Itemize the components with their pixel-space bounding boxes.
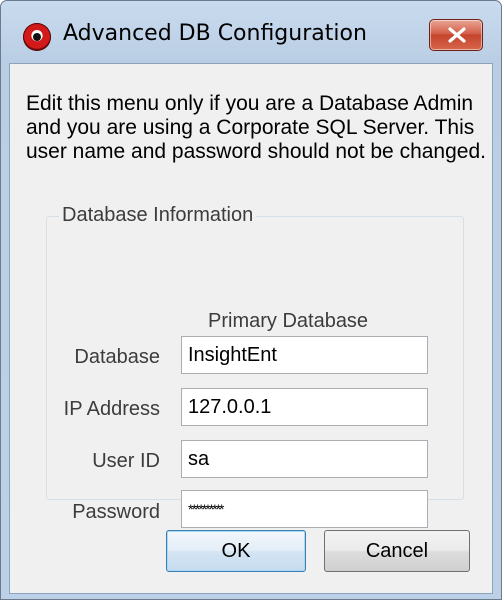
close-icon bbox=[448, 27, 466, 43]
database-input[interactable] bbox=[181, 336, 428, 374]
user-id-input[interactable] bbox=[181, 440, 428, 478]
instructions-text: Edit this menu only if you are a Databas… bbox=[26, 92, 486, 163]
ip-address-label: IP Address bbox=[63, 398, 160, 420]
dialog-window: Advanced DB Configuration Edit this menu… bbox=[0, 0, 502, 600]
password-input[interactable] bbox=[181, 490, 428, 528]
eye-icon bbox=[23, 23, 51, 51]
window-title: Advanced DB Configuration bbox=[63, 21, 367, 46]
ip-address-input[interactable] bbox=[181, 388, 428, 426]
dialog-content: Edit this menu only if you are a Databas… bbox=[9, 63, 493, 594]
database-label: Database bbox=[74, 346, 160, 368]
ok-button[interactable]: OK bbox=[166, 530, 306, 572]
cancel-button[interactable]: Cancel bbox=[324, 530, 470, 572]
title-bar[interactable]: Advanced DB Configuration bbox=[1, 1, 501, 63]
password-label: Password bbox=[72, 501, 160, 523]
primary-database-header: Primary Database bbox=[208, 310, 369, 332]
group-title: Database Information bbox=[59, 204, 257, 227]
user-id-label: User ID bbox=[92, 450, 160, 472]
eye-pupil bbox=[33, 33, 41, 41]
close-button[interactable] bbox=[429, 19, 483, 51]
